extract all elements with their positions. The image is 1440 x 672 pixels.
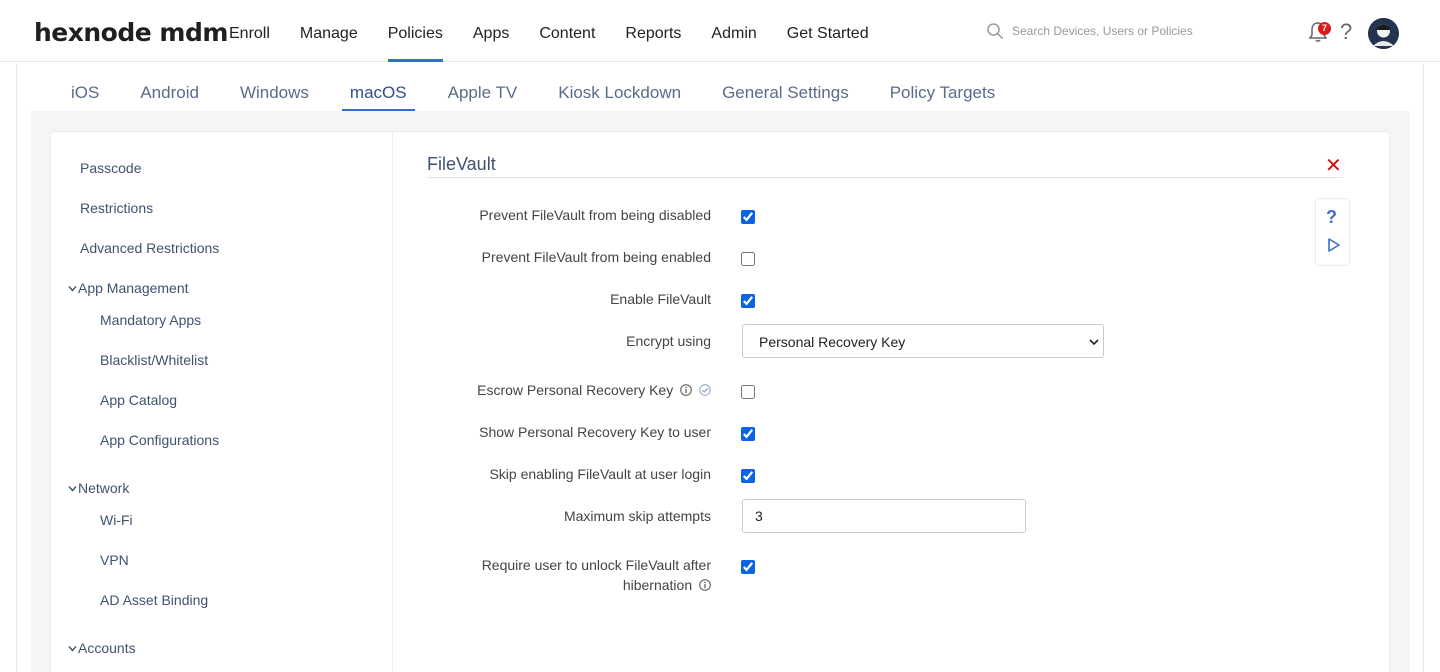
- nav-item-policies[interactable]: Policies: [373, 0, 458, 62]
- help-question-icon[interactable]: ?: [1326, 207, 1337, 228]
- nav-item-reports[interactable]: Reports: [610, 0, 696, 62]
- section-title: FileVault: [427, 154, 496, 174]
- max-skip-label: Maximum skip attempts: [563, 508, 711, 524]
- sidebar-group-accounts[interactable]: Accounts: [68, 640, 136, 656]
- sidebar-item-mandatory-apps[interactable]: Mandatory Apps: [100, 312, 201, 328]
- search-bar: [986, 22, 1232, 40]
- prevent-enable-checkbox[interactable]: [741, 252, 755, 266]
- search-input[interactable]: [1012, 24, 1232, 38]
- chevron-down-icon: [68, 284, 78, 296]
- nav-item-manage[interactable]: Manage: [285, 0, 373, 62]
- tab-kiosk-lockdown[interactable]: Kiosk Lockdown: [542, 63, 697, 111]
- require-unlock-label-line2: hibernation: [623, 577, 711, 593]
- prevent-enable-label: Prevent FileVault from being enabled: [481, 249, 711, 265]
- enable-filevault-checkbox[interactable]: [741, 294, 755, 308]
- encrypt-using-value: Personal Recovery Key: [759, 334, 906, 350]
- nav-item-get-started[interactable]: Get Started: [772, 0, 884, 62]
- play-icon[interactable]: [1327, 237, 1341, 253]
- main-nav: Enroll Manage Policies Apps Content Repo…: [214, 0, 884, 62]
- skip-login-checkbox[interactable]: [741, 469, 755, 483]
- nav-item-admin[interactable]: Admin: [696, 0, 771, 62]
- chevron-down-icon: [68, 484, 78, 496]
- logo[interactable]: hexnode mdm: [34, 18, 228, 47]
- sidebar-item-advanced-restrictions[interactable]: Advanced Restrictions: [80, 240, 219, 256]
- escrow-label-text: Escrow Personal Recovery Key: [477, 382, 674, 398]
- sidebar-group-label: Accounts: [78, 640, 136, 656]
- nav-item-enroll[interactable]: Enroll: [214, 0, 285, 62]
- verified-icon: [699, 384, 711, 396]
- sidebar-item-wifi[interactable]: Wi-Fi: [100, 512, 133, 528]
- close-icon[interactable]: ✕: [1325, 153, 1342, 178]
- sidebar-group-app-management[interactable]: App Management: [68, 280, 189, 296]
- tab-apple-tv[interactable]: Apple TV: [432, 63, 534, 111]
- section-divider: [427, 177, 1343, 178]
- show-key-checkbox[interactable]: [741, 427, 755, 441]
- sidebar-item-restrictions[interactable]: Restrictions: [80, 200, 153, 216]
- require-unlock-label: Require user to unlock FileVault after: [481, 557, 711, 573]
- info-icon[interactable]: [680, 384, 692, 396]
- tab-android[interactable]: Android: [124, 63, 215, 111]
- sidebar-group-network[interactable]: Network: [68, 480, 129, 496]
- platform-tabs: iOS Android Windows macOS Apple TV Kiosk…: [55, 63, 1020, 111]
- prevent-disable-label: Prevent FileVault from being disabled: [479, 207, 711, 223]
- help-icon[interactable]: ?: [1340, 19, 1352, 45]
- require-unlock-label-text: hibernation: [622, 577, 693, 593]
- sidebar-item-app-catalog[interactable]: App Catalog: [100, 392, 177, 408]
- sidebar-item-app-configurations[interactable]: App Configurations: [100, 432, 219, 448]
- skip-login-label: Skip enabling FileVault at user login: [489, 466, 711, 482]
- notification-badge: 7: [1318, 22, 1331, 35]
- nav-item-apps[interactable]: Apps: [458, 0, 524, 62]
- nav-item-content[interactable]: Content: [524, 0, 610, 62]
- sidebar-item-passcode[interactable]: Passcode: [80, 160, 141, 176]
- prevent-disable-checkbox[interactable]: [741, 210, 755, 224]
- escrow-label: Escrow Personal Recovery Key: [477, 382, 711, 398]
- sidebar-item-blacklist-whitelist[interactable]: Blacklist/Whitelist: [100, 352, 208, 368]
- info-icon[interactable]: [699, 579, 711, 591]
- require-unlock-checkbox[interactable]: [741, 560, 755, 574]
- sidebar-item-ad-asset-binding[interactable]: AD Asset Binding: [100, 592, 208, 608]
- encrypt-using-label: Encrypt using: [626, 333, 711, 349]
- chevron-down-icon: [1089, 339, 1099, 346]
- sidebar-group-label: App Management: [78, 280, 189, 296]
- sidebar-group-label: Network: [78, 480, 130, 496]
- avatar[interactable]: [1368, 18, 1399, 49]
- sidebar-item-vpn[interactable]: VPN: [100, 552, 129, 568]
- top-bar: hexnode mdm Enroll Manage Policies Apps …: [0, 0, 1440, 62]
- tab-policy-targets[interactable]: Policy Targets: [874, 63, 1012, 111]
- escrow-checkbox[interactable]: [741, 385, 755, 399]
- tab-general-settings[interactable]: General Settings: [706, 63, 865, 111]
- enable-filevault-label: Enable FileVault: [610, 291, 711, 307]
- tab-ios[interactable]: iOS: [55, 63, 115, 111]
- encrypt-using-select[interactable]: Personal Recovery Key: [742, 324, 1104, 358]
- max-skip-input[interactable]: [742, 499, 1026, 533]
- help-panel: ?: [1315, 198, 1350, 266]
- tab-windows[interactable]: Windows: [224, 63, 325, 111]
- chevron-down-icon: [68, 644, 78, 656]
- search-icon[interactable]: [986, 22, 1004, 40]
- tab-macos[interactable]: macOS: [334, 63, 423, 111]
- show-key-label: Show Personal Recovery Key to user: [479, 424, 711, 440]
